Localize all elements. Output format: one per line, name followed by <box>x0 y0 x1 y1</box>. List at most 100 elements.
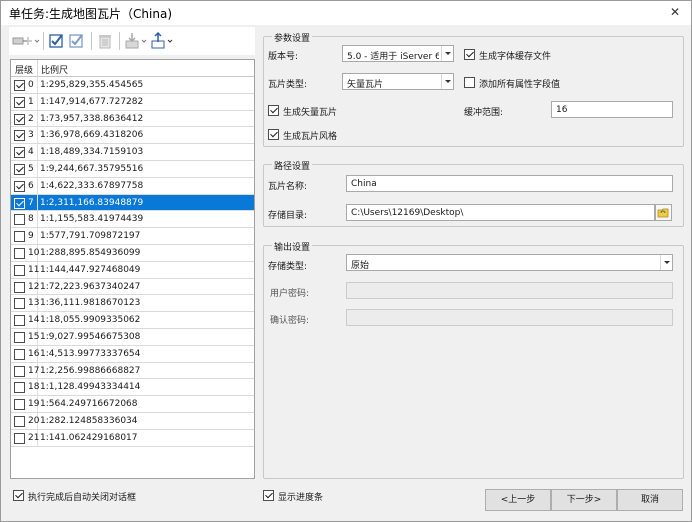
buffer-label: 缓冲范围: <box>464 108 504 118</box>
row-checkbox[interactable] <box>14 264 25 276</box>
gen-style-checkbox[interactable] <box>268 129 279 140</box>
row-checkbox[interactable] <box>14 365 25 377</box>
row-checkbox[interactable] <box>14 382 25 394</box>
table-row[interactable]: 5 1:9,244,667.35795516 <box>11 160 254 178</box>
row-level: 15 <box>28 331 40 342</box>
row-level: 1 <box>28 96 34 107</box>
row-checkbox[interactable] <box>14 331 25 343</box>
row-level: 5 <box>28 163 34 174</box>
table-row[interactable]: 3 1:36,978,669.4318206 <box>11 127 254 145</box>
row-scale: 1:2,311,166.83948879 <box>40 197 144 208</box>
window-title: 单任务:生成地图瓦片（China) <box>9 7 173 21</box>
table-row[interactable]: 13 1:36,111.9818670123 <box>11 295 254 313</box>
close-icon[interactable]: ✕ <box>667 4 683 20</box>
row-scale: 1:9,027.99546675308 <box>40 331 141 342</box>
row-checkbox[interactable] <box>14 96 25 108</box>
gen-vector-label: 生成矢量瓦片 <box>283 108 338 118</box>
level-scale-table: 层级 比例尺 0 1:295,829,355.454565 1 1:147,914,6… <box>10 59 255 479</box>
table-row[interactable]: 14 1:18,055.9909335062 <box>11 312 254 329</box>
row-scale: 1:577,791.709872197 <box>40 231 141 242</box>
row-checkbox[interactable] <box>14 163 25 175</box>
table-row[interactable]: 18 1:1,128.49943334414 <box>11 379 254 397</box>
row-checkbox[interactable] <box>14 147 25 159</box>
row-checkbox[interactable] <box>14 415 25 427</box>
gen-style-label: 生成瓦片风格 <box>283 132 338 142</box>
row-checkbox[interactable] <box>14 180 25 192</box>
show-progress-checkbox[interactable] <box>263 490 274 501</box>
row-checkbox[interactable] <box>14 80 25 91</box>
storage-type-select[interactable]: 原始 <box>346 254 673 271</box>
row-checkbox[interactable] <box>14 113 25 125</box>
tile-name-input[interactable]: China <box>346 175 673 192</box>
font-cache-checkbox[interactable] <box>464 49 475 60</box>
table-row[interactable]: 20 1:282.124858336034 <box>11 412 254 430</box>
row-checkbox[interactable] <box>14 432 25 444</box>
add-fields-label: 添加所有属性字段值 <box>479 80 561 90</box>
row-checkbox[interactable] <box>14 197 25 209</box>
chevron-down-icon <box>660 255 672 270</box>
export-icon[interactable] <box>149 31 175 51</box>
user-password-label: 用户密码: <box>270 289 310 299</box>
version-select[interactable]: 5.0 - 适用于 iServer 6R(2 <box>342 45 454 62</box>
table-row[interactable]: 4 1:18,489,334.7159103 <box>11 144 254 161</box>
prev-button[interactable]: <上一步 <box>485 489 551 511</box>
row-checkbox[interactable] <box>14 214 25 226</box>
folder-icon[interactable] <box>655 204 672 221</box>
table-row[interactable]: 2 1:73,957,338.8636412 <box>11 110 254 128</box>
table-row[interactable]: 16 1:4,513.99773337654 <box>11 345 254 363</box>
params-group-title: 参数设置 <box>272 31 313 44</box>
row-scale: 1:9,244,667.35795516 <box>40 163 144 174</box>
add-fields-checkbox[interactable] <box>464 77 475 88</box>
column-header-level[interactable]: 层级 <box>15 63 33 76</box>
row-checkbox[interactable] <box>14 281 25 293</box>
storage-dir-input[interactable]: C:\Users\12169\Desktop\ <box>346 204 655 221</box>
row-checkbox[interactable] <box>14 298 25 310</box>
row-level: 18 <box>28 382 40 393</box>
row-level: 2 <box>28 113 34 124</box>
row-checkbox[interactable] <box>14 130 25 142</box>
table-row[interactable]: 0 1:295,829,355.454565 <box>11 77 254 94</box>
import-icon[interactable] <box>123 31 149 51</box>
delete-icon[interactable] <box>95 31 115 51</box>
select-invert-icon[interactable] <box>67 31 87 51</box>
chevron-down-icon <box>441 74 453 89</box>
row-level: 21 <box>28 432 40 443</box>
table-row[interactable]: 15 1:9,027.99546675308 <box>11 328 254 346</box>
table-row[interactable]: 1 1:147,914,677.727282 <box>11 93 254 111</box>
table-row[interactable]: 9 1:577,791.709872197 <box>11 228 254 245</box>
row-checkbox[interactable] <box>14 315 25 327</box>
row-scale: 1:144,447.927468049 <box>40 264 141 275</box>
add-layer-icon[interactable] <box>11 31 41 51</box>
confirm-password-input[interactable] <box>346 309 673 326</box>
table-row[interactable]: 11 1:144,447.927468049 <box>11 261 254 279</box>
next-button[interactable]: 下一步> <box>551 489 617 511</box>
user-password-input[interactable] <box>346 282 673 299</box>
cancel-button[interactable]: 取消 <box>617 489 683 511</box>
row-scale: 1:18,489,334.7159103 <box>40 147 144 158</box>
buffer-input[interactable]: 16 <box>551 101 673 118</box>
gen-vector-checkbox[interactable] <box>268 105 279 116</box>
row-checkbox[interactable] <box>14 399 25 411</box>
table-row[interactable]: 17 1:2,256.99886668827 <box>11 362 254 380</box>
auto-close-checkbox[interactable] <box>13 490 24 501</box>
select-all-icon[interactable] <box>47 31 67 51</box>
row-checkbox[interactable] <box>14 231 25 243</box>
table-row[interactable]: 6 1:4,622,333.67897758 <box>11 177 254 195</box>
row-checkbox[interactable] <box>14 247 25 259</box>
row-scale: 1:36,111.9818670123 <box>40 298 141 309</box>
row-checkbox[interactable] <box>14 348 25 360</box>
chevron-down-icon <box>441 46 453 61</box>
path-group: 路径设置 瓦片名称: China 存储目录: C:\Users\12169\De… <box>263 159 684 227</box>
table-row[interactable]: 12 1:72,223.9637340247 <box>11 278 254 296</box>
row-scale: 1:73,957,338.8636412 <box>40 113 144 124</box>
table-row[interactable]: 19 1:564.249716672068 <box>11 396 254 413</box>
column-header-scale[interactable]: 比例尺 <box>41 63 68 76</box>
row-level: 7 <box>28 197 34 208</box>
table-row[interactable]: 7 1:2,311,166.83948879 <box>11 194 254 212</box>
table-row[interactable]: 8 1:1,155,583.41974439 <box>11 211 254 229</box>
tile-type-select[interactable]: 矢量瓦片 <box>342 73 454 90</box>
show-progress-label: 显示进度条 <box>278 493 324 503</box>
table-header: 层级 比例尺 <box>11 60 254 77</box>
table-row[interactable]: 10 1:288,895.854936099 <box>11 244 254 262</box>
table-row[interactable]: 21 1:141.062429168017 <box>11 429 254 447</box>
